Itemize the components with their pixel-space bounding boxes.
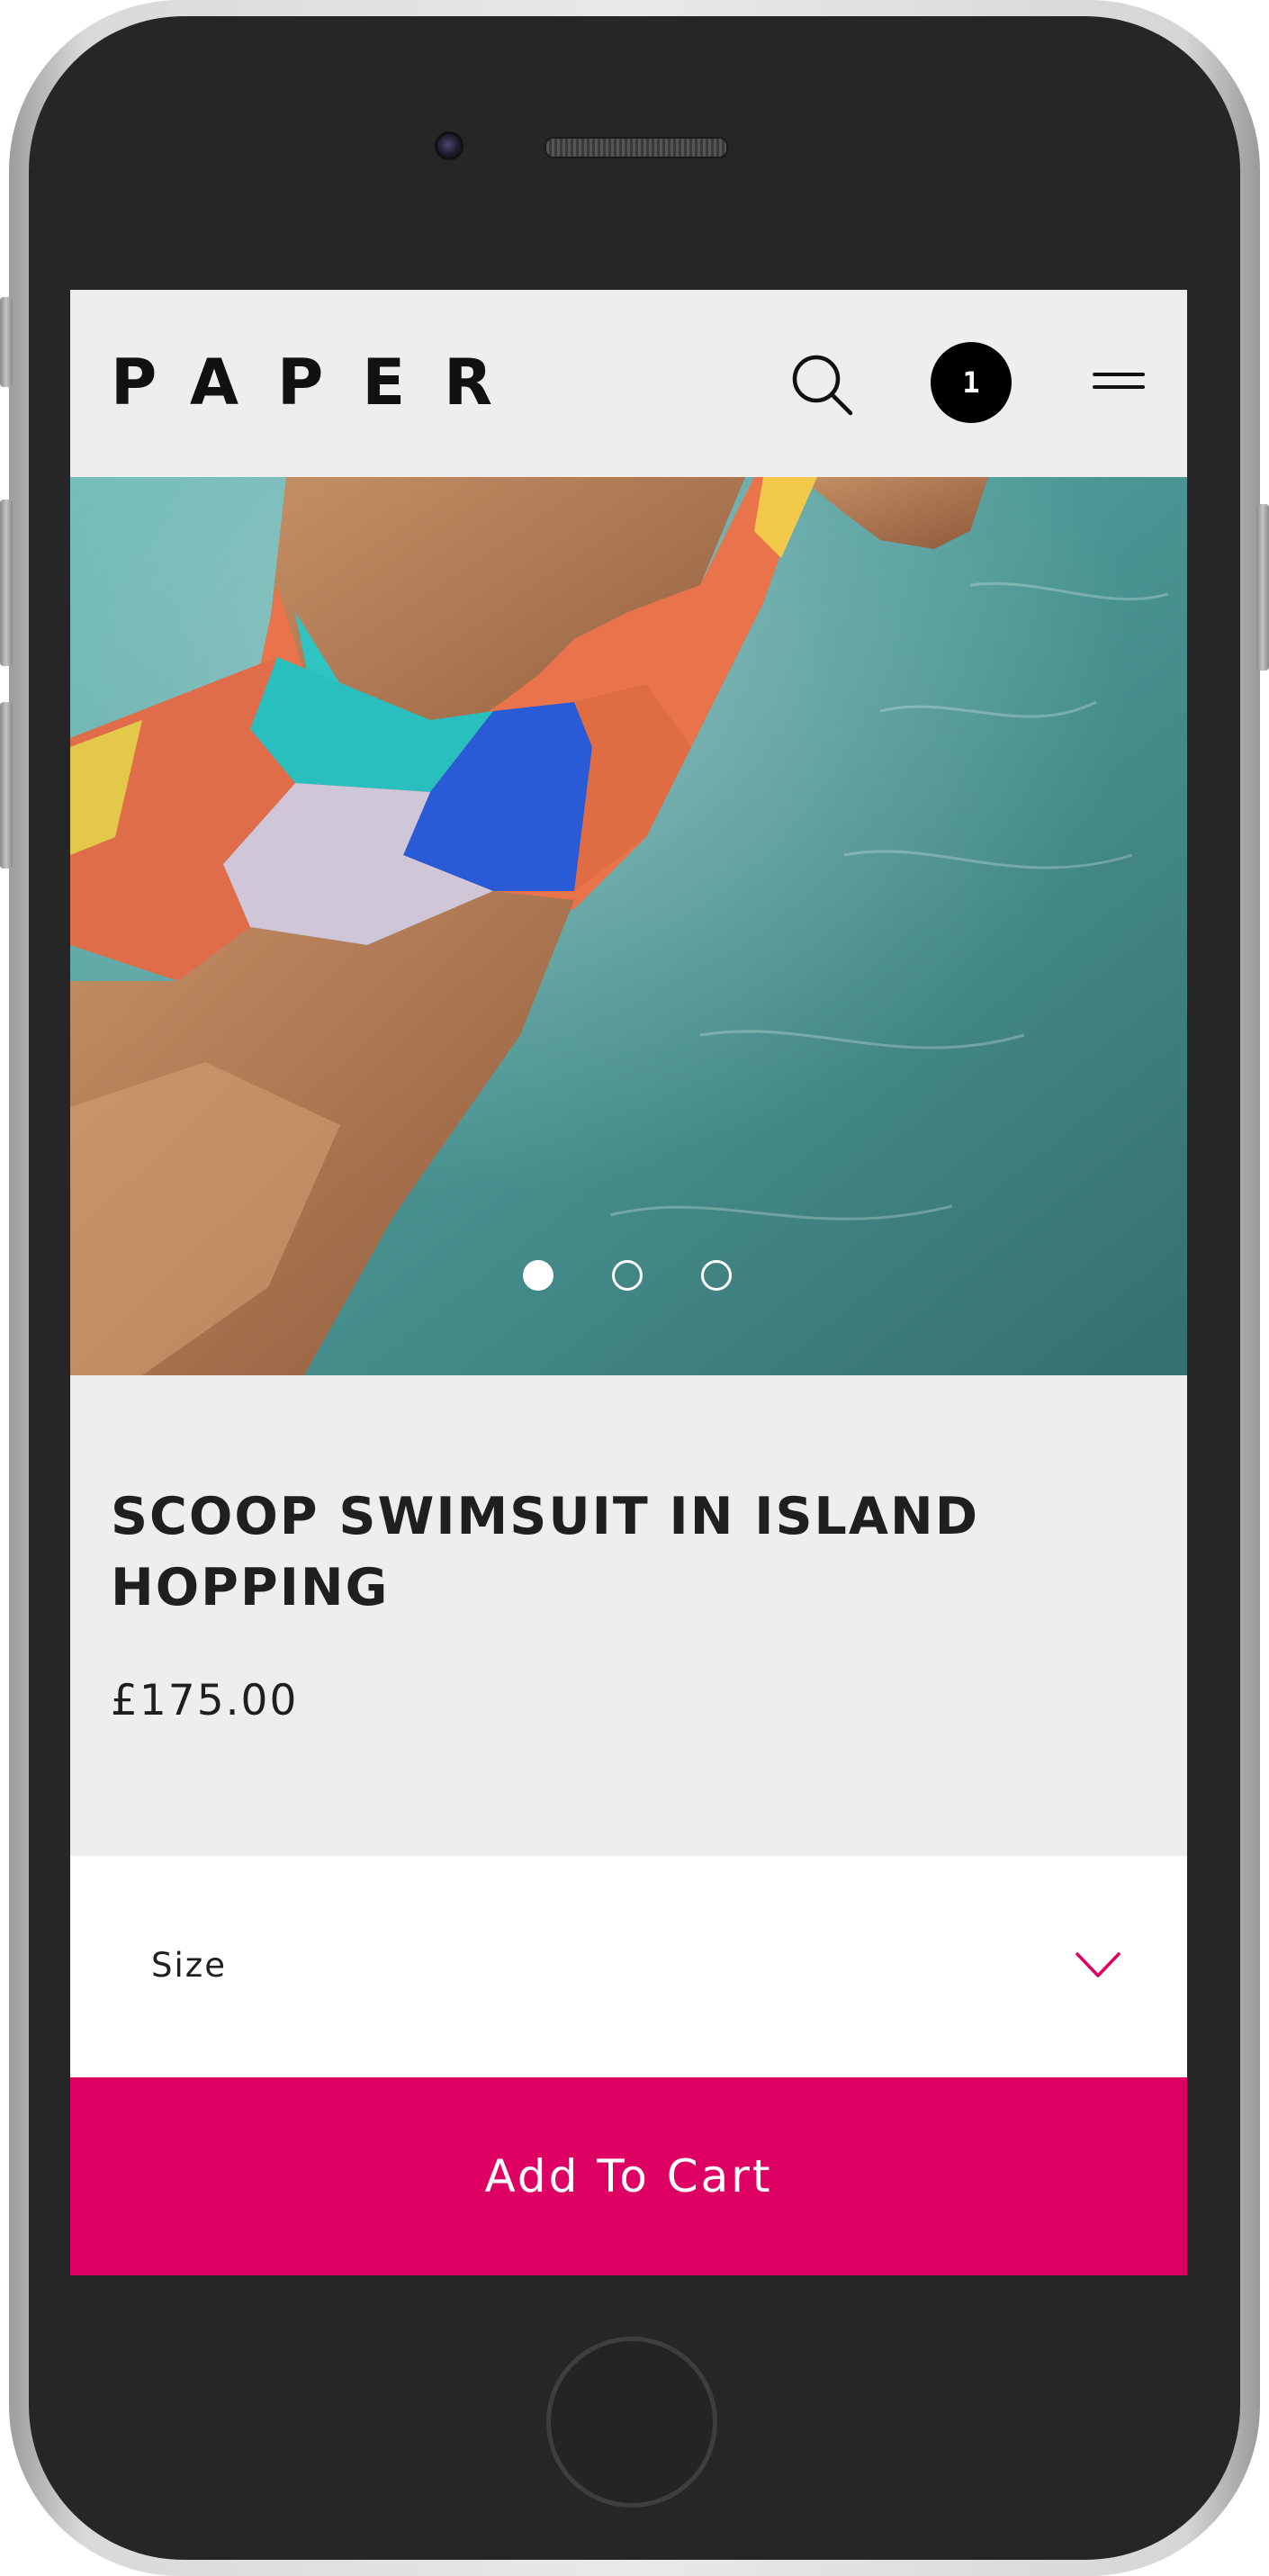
carousel-dot-3[interactable] (701, 1260, 732, 1291)
home-button[interactable] (546, 2337, 717, 2508)
size-select[interactable]: Size (70, 1856, 1187, 2077)
add-to-cart-button[interactable]: Add To Cart (70, 2077, 1187, 2275)
phone-power-button (1256, 504, 1269, 671)
phone-volume-up (0, 500, 13, 666)
carousel-dot-1[interactable] (523, 1260, 554, 1291)
phone-volume-down (0, 702, 13, 869)
product-price: £175.00 (111, 1676, 299, 1725)
carousel-pagination (70, 1260, 1187, 1296)
product-title: SCOOP SWIMSUIT IN ISLAND HOPPING (111, 1487, 980, 1617)
product-image-carousel[interactable] (70, 477, 1187, 1375)
product-photo (70, 477, 1187, 1375)
search-icon[interactable] (790, 353, 853, 416)
earpiece-speaker (544, 137, 728, 158)
size-label: Size (151, 1946, 227, 1985)
site-header: PAPER 1 (70, 290, 1187, 477)
brand-logo[interactable]: PAPER (111, 351, 531, 414)
front-camera (435, 131, 464, 160)
cart-count-badge[interactable]: 1 (931, 342, 1012, 423)
chevron-down-icon (1076, 1952, 1120, 1977)
hamburger-menu-icon[interactable] (1093, 369, 1147, 396)
phone-silent-switch (0, 297, 13, 387)
phone-screen: PAPER 1 SCOOP SWIMSUIT IN ISLAND HOPPING… (70, 290, 1187, 2275)
carousel-dot-2[interactable] (612, 1260, 643, 1291)
